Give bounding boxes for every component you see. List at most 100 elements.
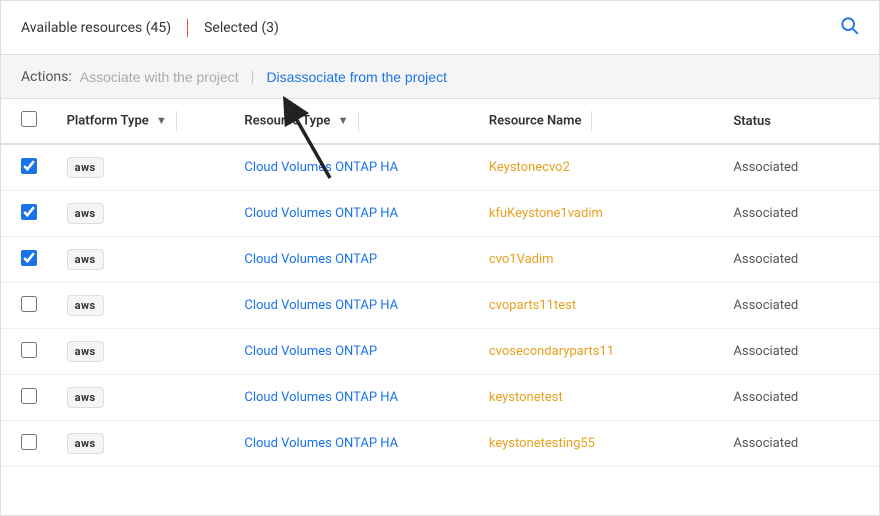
row-checkbox-6[interactable]: [21, 434, 37, 450]
table-row: aws Cloud Volumes ONTAP cvosecondaryparts1…: [1, 329, 879, 375]
aws-badge: aws: [67, 249, 104, 270]
status-badge: Associated: [733, 206, 798, 221]
resource-type-link[interactable]: Cloud Volumes ONTAP HA: [244, 206, 398, 221]
resource-type-link[interactable]: Cloud Volumes ONTAP HA: [244, 436, 398, 451]
row-checkbox-cell: [1, 144, 57, 191]
row-checkbox-cell: [1, 329, 57, 375]
row-status: Associated: [723, 329, 879, 375]
row-checkbox-4[interactable]: [21, 342, 37, 358]
platform-filter-icon[interactable]: ▼: [156, 114, 167, 127]
available-count: Available resources (45): [21, 20, 171, 36]
row-resource-type[interactable]: Cloud Volumes ONTAP HA: [234, 191, 479, 237]
row-platform: aws: [57, 375, 235, 421]
status-badge: Associated: [733, 298, 798, 313]
resource-name-link[interactable]: keystonetesting55: [489, 436, 595, 451]
row-resource-type[interactable]: Cloud Volumes ONTAP HA: [234, 144, 479, 191]
resource-type-link[interactable]: Cloud Volumes ONTAP HA: [244, 390, 398, 405]
row-resource-name[interactable]: kfuKeystone1vadim: [479, 191, 724, 237]
disassociate-button[interactable]: Disassociate from the project: [266, 69, 447, 85]
status-badge: Associated: [733, 252, 798, 267]
row-status: Associated: [723, 375, 879, 421]
row-checkbox-3[interactable]: [21, 296, 37, 312]
table-row: aws Cloud Volumes ONTAP HA keystonetesting…: [1, 421, 879, 467]
row-platform: aws: [57, 421, 235, 467]
row-resource-name[interactable]: cvoparts11test: [479, 283, 724, 329]
row-resource-name[interactable]: cvosecondaryparts11: [479, 329, 724, 375]
table-row: aws Cloud Volumes ONTAP HA cvoparts11test A…: [1, 283, 879, 329]
resource-type-link[interactable]: Cloud Volumes ONTAP HA: [244, 160, 398, 175]
row-platform: aws: [57, 237, 235, 283]
select-all-header[interactable]: [1, 99, 57, 144]
status-badge: Associated: [733, 390, 798, 405]
row-status: Associated: [723, 237, 879, 283]
table-header-row: Platform Type ▼ Resource Type ▼ Resource…: [1, 99, 879, 144]
platform-type-header: Platform Type ▼: [57, 99, 235, 144]
row-resource-type[interactable]: Cloud Volumes ONTAP HA: [234, 375, 479, 421]
resource-type-link[interactable]: Cloud Volumes ONTAP HA: [244, 298, 398, 313]
row-platform: aws: [57, 191, 235, 237]
aws-badge: aws: [67, 157, 104, 178]
actions-label: Actions:: [21, 69, 72, 85]
table-row: aws Cloud Volumes ONTAP HA keystonetest Ass…: [1, 375, 879, 421]
row-resource-name[interactable]: Keystonecvo2: [479, 144, 724, 191]
row-checkbox-cell: [1, 375, 57, 421]
row-resource-name[interactable]: keystonetesting55: [479, 421, 724, 467]
select-all-checkbox[interactable]: [21, 111, 37, 127]
row-resource-name[interactable]: keystonetest: [479, 375, 724, 421]
status-badge: Associated: [733, 436, 798, 451]
resource-type-link[interactable]: Cloud Volumes ONTAP: [244, 344, 377, 359]
row-status: Associated: [723, 191, 879, 237]
resource-table-container: Platform Type ▼ Resource Type ▼ Resource…: [1, 99, 879, 515]
row-resource-type[interactable]: Cloud Volumes ONTAP: [234, 237, 479, 283]
row-status: Associated: [723, 144, 879, 191]
table-row: aws Cloud Volumes ONTAP HA Keystonecvo2 Ass…: [1, 144, 879, 191]
header-left: Available resources (45) Selected (3): [21, 19, 839, 37]
status-badge: Associated: [733, 160, 798, 175]
row-status: Associated: [723, 421, 879, 467]
row-resource-type[interactable]: Cloud Volumes ONTAP: [234, 329, 479, 375]
row-platform: aws: [57, 144, 235, 191]
row-resource-type[interactable]: Cloud Volumes ONTAP HA: [234, 283, 479, 329]
col-divider-2: [358, 111, 359, 131]
row-checkbox-0[interactable]: [21, 158, 37, 174]
selected-count: Selected (3): [204, 20, 279, 36]
row-platform: aws: [57, 329, 235, 375]
resource-name-link[interactable]: Keystonecvo2: [489, 160, 570, 175]
aws-badge: aws: [67, 341, 104, 362]
aws-badge: aws: [67, 203, 104, 224]
resource-type-filter-icon[interactable]: ▼: [338, 114, 349, 127]
row-platform: aws: [57, 283, 235, 329]
resource-table: Platform Type ▼ Resource Type ▼ Resource…: [1, 99, 879, 467]
resource-type-header: Resource Type ▼: [234, 99, 479, 144]
resource-name-link[interactable]: kfuKeystone1vadim: [489, 206, 603, 221]
aws-badge: aws: [67, 387, 104, 408]
aws-badge: aws: [67, 433, 104, 454]
action-divider: |: [251, 67, 255, 86]
row-checkbox-1[interactable]: [21, 204, 37, 220]
row-checkbox-cell: [1, 191, 57, 237]
actions-bar: Actions: Associate with the project | Di…: [1, 55, 879, 99]
row-resource-type[interactable]: Cloud Volumes ONTAP HA: [234, 421, 479, 467]
row-checkbox-cell: [1, 421, 57, 467]
resource-name-header: Resource Name: [479, 99, 724, 144]
header-divider: [187, 19, 188, 37]
row-checkbox-cell: [1, 283, 57, 329]
row-checkbox-cell: [1, 237, 57, 283]
resource-name-link[interactable]: keystonetest: [489, 390, 563, 405]
col-divider-1: [176, 111, 177, 131]
row-checkbox-5[interactable]: [21, 388, 37, 404]
col-divider-3: [591, 111, 592, 131]
aws-badge: aws: [67, 295, 104, 316]
associate-button[interactable]: Associate with the project: [80, 69, 239, 85]
resource-name-link[interactable]: cvoparts11test: [489, 298, 576, 313]
row-checkbox-2[interactable]: [21, 250, 37, 266]
row-resource-name[interactable]: cvo1Vadim: [479, 237, 724, 283]
resource-type-link[interactable]: Cloud Volumes ONTAP: [244, 252, 377, 267]
search-icon[interactable]: [839, 15, 859, 40]
resource-name-link[interactable]: cvosecondaryparts11: [489, 344, 614, 359]
header-bar: Available resources (45) Selected (3): [1, 1, 879, 55]
row-status: Associated: [723, 283, 879, 329]
resource-name-link[interactable]: cvo1Vadim: [489, 252, 554, 267]
status-badge: Associated: [733, 344, 798, 359]
table-row: aws Cloud Volumes ONTAP HA kfuKeystone1vad…: [1, 191, 879, 237]
